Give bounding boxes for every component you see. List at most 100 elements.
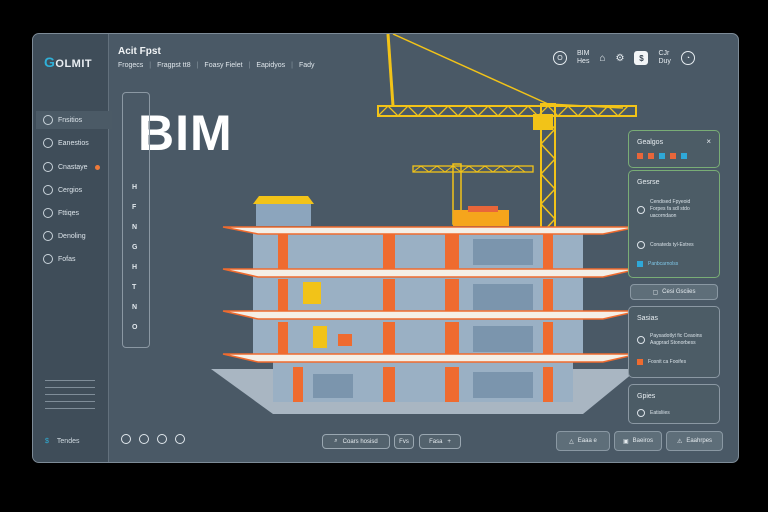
notification-badge bbox=[94, 164, 100, 170]
card-link[interactable]: Panbcarnolss bbox=[637, 261, 678, 267]
vertical-tool[interactable]: T bbox=[132, 284, 136, 291]
card-title: Gesrse bbox=[637, 179, 660, 186]
tool-icons bbox=[637, 153, 687, 159]
app-logo[interactable]: GOLMIT bbox=[44, 54, 92, 70]
view-icon[interactable] bbox=[121, 434, 131, 444]
action-button[interactable]: ▢ Cesi Gsciies bbox=[630, 284, 718, 300]
sidebar-item-4[interactable]: Cergios bbox=[43, 181, 107, 199]
search-label: Coars hosisd bbox=[342, 438, 378, 445]
gear-icon bbox=[43, 185, 53, 195]
triangle-icon: △ bbox=[569, 438, 574, 445]
view-icon[interactable] bbox=[139, 434, 149, 444]
sidebar-item-6[interactable]: Denoling bbox=[43, 227, 107, 245]
button-label: Baeiros bbox=[632, 438, 653, 444]
building-model bbox=[211, 196, 639, 414]
tool-icon[interactable] bbox=[637, 153, 643, 159]
menu-item[interactable]: Frogecs bbox=[118, 62, 143, 69]
sidebar-item-2[interactable]: Eanestios bbox=[43, 134, 107, 152]
layers-icon bbox=[43, 162, 53, 172]
vertical-tool[interactable]: N bbox=[132, 304, 137, 311]
card-link[interactable]: Fosnit ca Fooifes bbox=[637, 359, 686, 365]
card-row[interactable]: Conateds tyl-Estres bbox=[637, 241, 694, 249]
vertical-tool[interactable]: F bbox=[132, 204, 136, 211]
card-row[interactable]: Cendised Fpyeoid Forpes fa sdl stdo uaco… bbox=[637, 199, 690, 220]
vertical-tool[interactable]: O bbox=[132, 324, 137, 331]
tool-icon[interactable] bbox=[659, 153, 665, 159]
sidebar-item-7[interactable]: Fofas bbox=[43, 250, 107, 268]
app-window: GOLMIT Fnsitios Eanestios Cnastaye Cergi… bbox=[32, 33, 739, 463]
vertical-toolbar: H F N G H T N O bbox=[122, 92, 150, 348]
card-link-text: Panbcarnolss bbox=[648, 261, 679, 267]
fps-label: Fvs bbox=[399, 438, 409, 445]
card-title: Gpies bbox=[637, 393, 656, 400]
button-label: Cesi Gsciies bbox=[662, 289, 696, 295]
tool-icon[interactable] bbox=[670, 153, 676, 159]
logo-text: OLMIT bbox=[55, 58, 93, 70]
info-icon bbox=[637, 336, 645, 344]
sidebar-footer[interactable]: $ Tendes bbox=[45, 438, 79, 445]
sidebar-item-label: Fttiqes bbox=[58, 209, 80, 217]
tool-icon[interactable] bbox=[648, 153, 654, 159]
card-row-text: Paysadotlyt fic Ceaoins Aagprad Stonorbe… bbox=[650, 333, 702, 346]
square-icon bbox=[637, 359, 643, 365]
sidebar-item-label: Cergios bbox=[58, 186, 83, 194]
sidebar-footer-label: Tendes bbox=[56, 438, 80, 445]
card-row[interactable]: Paysadotlyt fic Ceaoins Aagprad Stonorbe… bbox=[637, 333, 702, 347]
search-icon: ⌕ bbox=[334, 438, 338, 444]
button-label: Eaahrpes bbox=[686, 438, 713, 444]
sidebar-item-1[interactable]: Fnsitios bbox=[36, 111, 112, 129]
vertical-tool[interactable]: G bbox=[132, 244, 137, 251]
bottom-button-2[interactable]: ▣ Baeiros bbox=[614, 431, 662, 451]
folder-icon bbox=[43, 254, 53, 264]
search-field[interactable]: ⌕ Coars hosisd bbox=[322, 434, 390, 449]
button-label: Eaaa e bbox=[577, 438, 597, 444]
pill-label: Fasa bbox=[429, 438, 443, 445]
info-icon bbox=[637, 409, 645, 417]
card-row-text: Cendised Fpyeoid Forpes fa sdl stdo uaco… bbox=[650, 199, 691, 219]
document-icon bbox=[43, 208, 53, 218]
card-gesrse: Gesrse Cendised Fpyeoid Forpes fa sdl st… bbox=[628, 170, 720, 278]
sidebar-item-5[interactable]: Fttiqes bbox=[43, 204, 107, 222]
window-icon: ▣ bbox=[622, 438, 629, 445]
sidebar-item-label: Cnastaye bbox=[58, 163, 88, 171]
cube-icon bbox=[43, 138, 53, 148]
sidebar-item-label: Denoling bbox=[58, 232, 86, 240]
warning-icon: ⚠ bbox=[676, 438, 683, 445]
sidebar-divider-lines bbox=[45, 380, 95, 415]
card-gealgos: Gealgos × bbox=[628, 130, 720, 168]
vertical-tool[interactable]: H bbox=[132, 184, 137, 191]
dollar-icon: $ bbox=[45, 438, 49, 445]
box-icon: ▢ bbox=[652, 289, 659, 296]
card-row-text: Conateds tyl-Estres bbox=[650, 242, 694, 248]
tool-icon[interactable] bbox=[681, 153, 687, 159]
chart-icon bbox=[43, 231, 53, 241]
plus-icon: + bbox=[447, 438, 451, 445]
fps-indicator[interactable]: Fvs bbox=[394, 434, 414, 449]
card-row[interactable]: Eatisliies bbox=[637, 409, 670, 417]
link-icon bbox=[637, 241, 645, 249]
vertical-tool[interactable]: H bbox=[132, 264, 137, 271]
card-title: Gealgos bbox=[637, 139, 664, 146]
card-title: Sasias bbox=[637, 315, 659, 322]
card-row-text: Eatisliies bbox=[650, 410, 670, 416]
status-label: CJr Duy bbox=[658, 50, 671, 65]
close-icon[interactable]: × bbox=[706, 137, 711, 146]
sidebar-item-3[interactable]: Cnastaye bbox=[43, 158, 107, 176]
logo-mark: G bbox=[44, 54, 56, 70]
home-icon bbox=[43, 115, 53, 125]
view-icon[interactable] bbox=[157, 434, 167, 444]
sidebar-item-label: Eanestios bbox=[58, 139, 89, 147]
view-icon[interactable] bbox=[175, 434, 185, 444]
sidebar: GOLMIT Fnsitios Eanestios Cnastaye Cergi… bbox=[33, 34, 112, 462]
view-pill[interactable]: Fasa + bbox=[419, 434, 461, 449]
bottom-button-3[interactable]: ⚠ Eaahrpes bbox=[666, 431, 723, 451]
vertical-tool[interactable]: N bbox=[132, 224, 137, 231]
profile-icon[interactable]: ◔ bbox=[680, 51, 695, 65]
bottom-button-1[interactable]: △ Eaaa e bbox=[556, 431, 610, 451]
info-icon bbox=[637, 205, 645, 214]
card-gpies: Gpies Eatisliies bbox=[628, 384, 720, 424]
building-3d-viewport[interactable] bbox=[183, 34, 643, 424]
sidebar-item-label: Fofas bbox=[58, 255, 76, 263]
bottom-view-icons bbox=[121, 434, 185, 444]
sidebar-item-label: Fnsitios bbox=[58, 116, 83, 124]
